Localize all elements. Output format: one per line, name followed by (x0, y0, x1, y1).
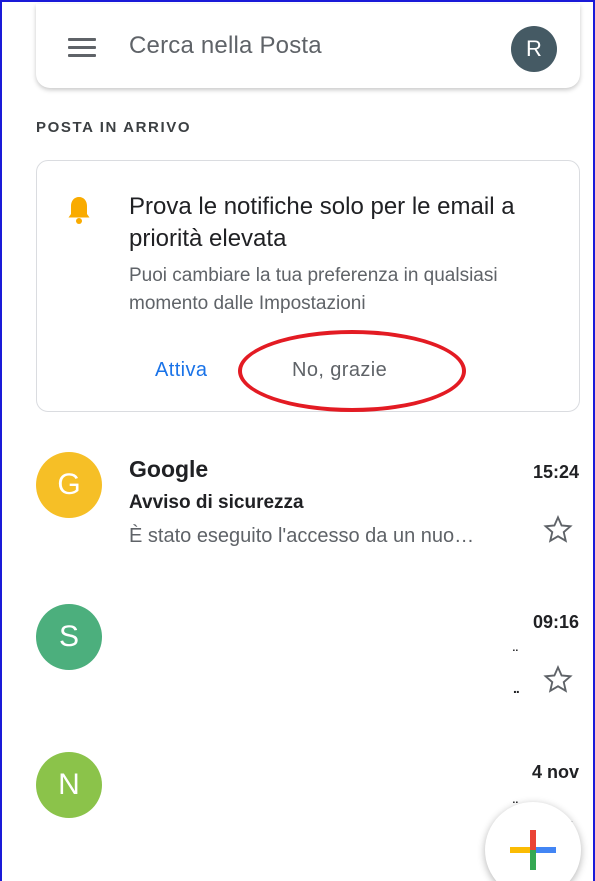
email-row[interactable]: S 09:16 ¨ .. (2, 592, 593, 742)
truncated-subject-marker: ¨ (513, 646, 518, 662)
truncated-snippet-marker: .. (513, 680, 520, 696)
card-title: Prova le notifiche solo per le email a p… (129, 193, 515, 252)
star-icon[interactable] (542, 664, 574, 696)
menu-icon[interactable] (68, 38, 96, 58)
email-time: 09:16 (532, 612, 579, 632)
email-snippet: È stato eseguito l'accesso da un nuo… (129, 525, 475, 547)
search-input[interactable]: Cerca nella Posta (129, 32, 322, 60)
search-bar[interactable]: Cerca nella Posta R (36, 4, 580, 88)
email-time: 15:24 (532, 462, 579, 482)
screen-frame: Cerca nella Posta R POSTA IN ARRIVO Prov… (0, 0, 595, 881)
compose-button[interactable] (485, 802, 581, 881)
email-row[interactable]: G Google 15:24 Avviso di sicurezza È sta… (2, 442, 593, 592)
section-title: POSTA IN ARRIVO (36, 119, 192, 136)
highlight-ellipse (238, 330, 466, 412)
sender-name: Google (129, 456, 209, 482)
compose-plus-icon (510, 830, 556, 870)
star-icon[interactable] (542, 514, 574, 546)
bell-icon (68, 197, 90, 224)
sender-avatar: N (36, 752, 102, 818)
sender-avatar: S (36, 604, 102, 670)
card-subtitle: Puoi cambiare la tua preferenza in quals… (129, 265, 498, 314)
email-subject: Avviso di sicurezza (129, 492, 304, 513)
account-avatar[interactable]: R (511, 26, 557, 72)
sender-avatar: G (36, 452, 102, 518)
enable-button[interactable]: Attiva (155, 359, 207, 382)
email-time: 4 nov (531, 762, 579, 782)
